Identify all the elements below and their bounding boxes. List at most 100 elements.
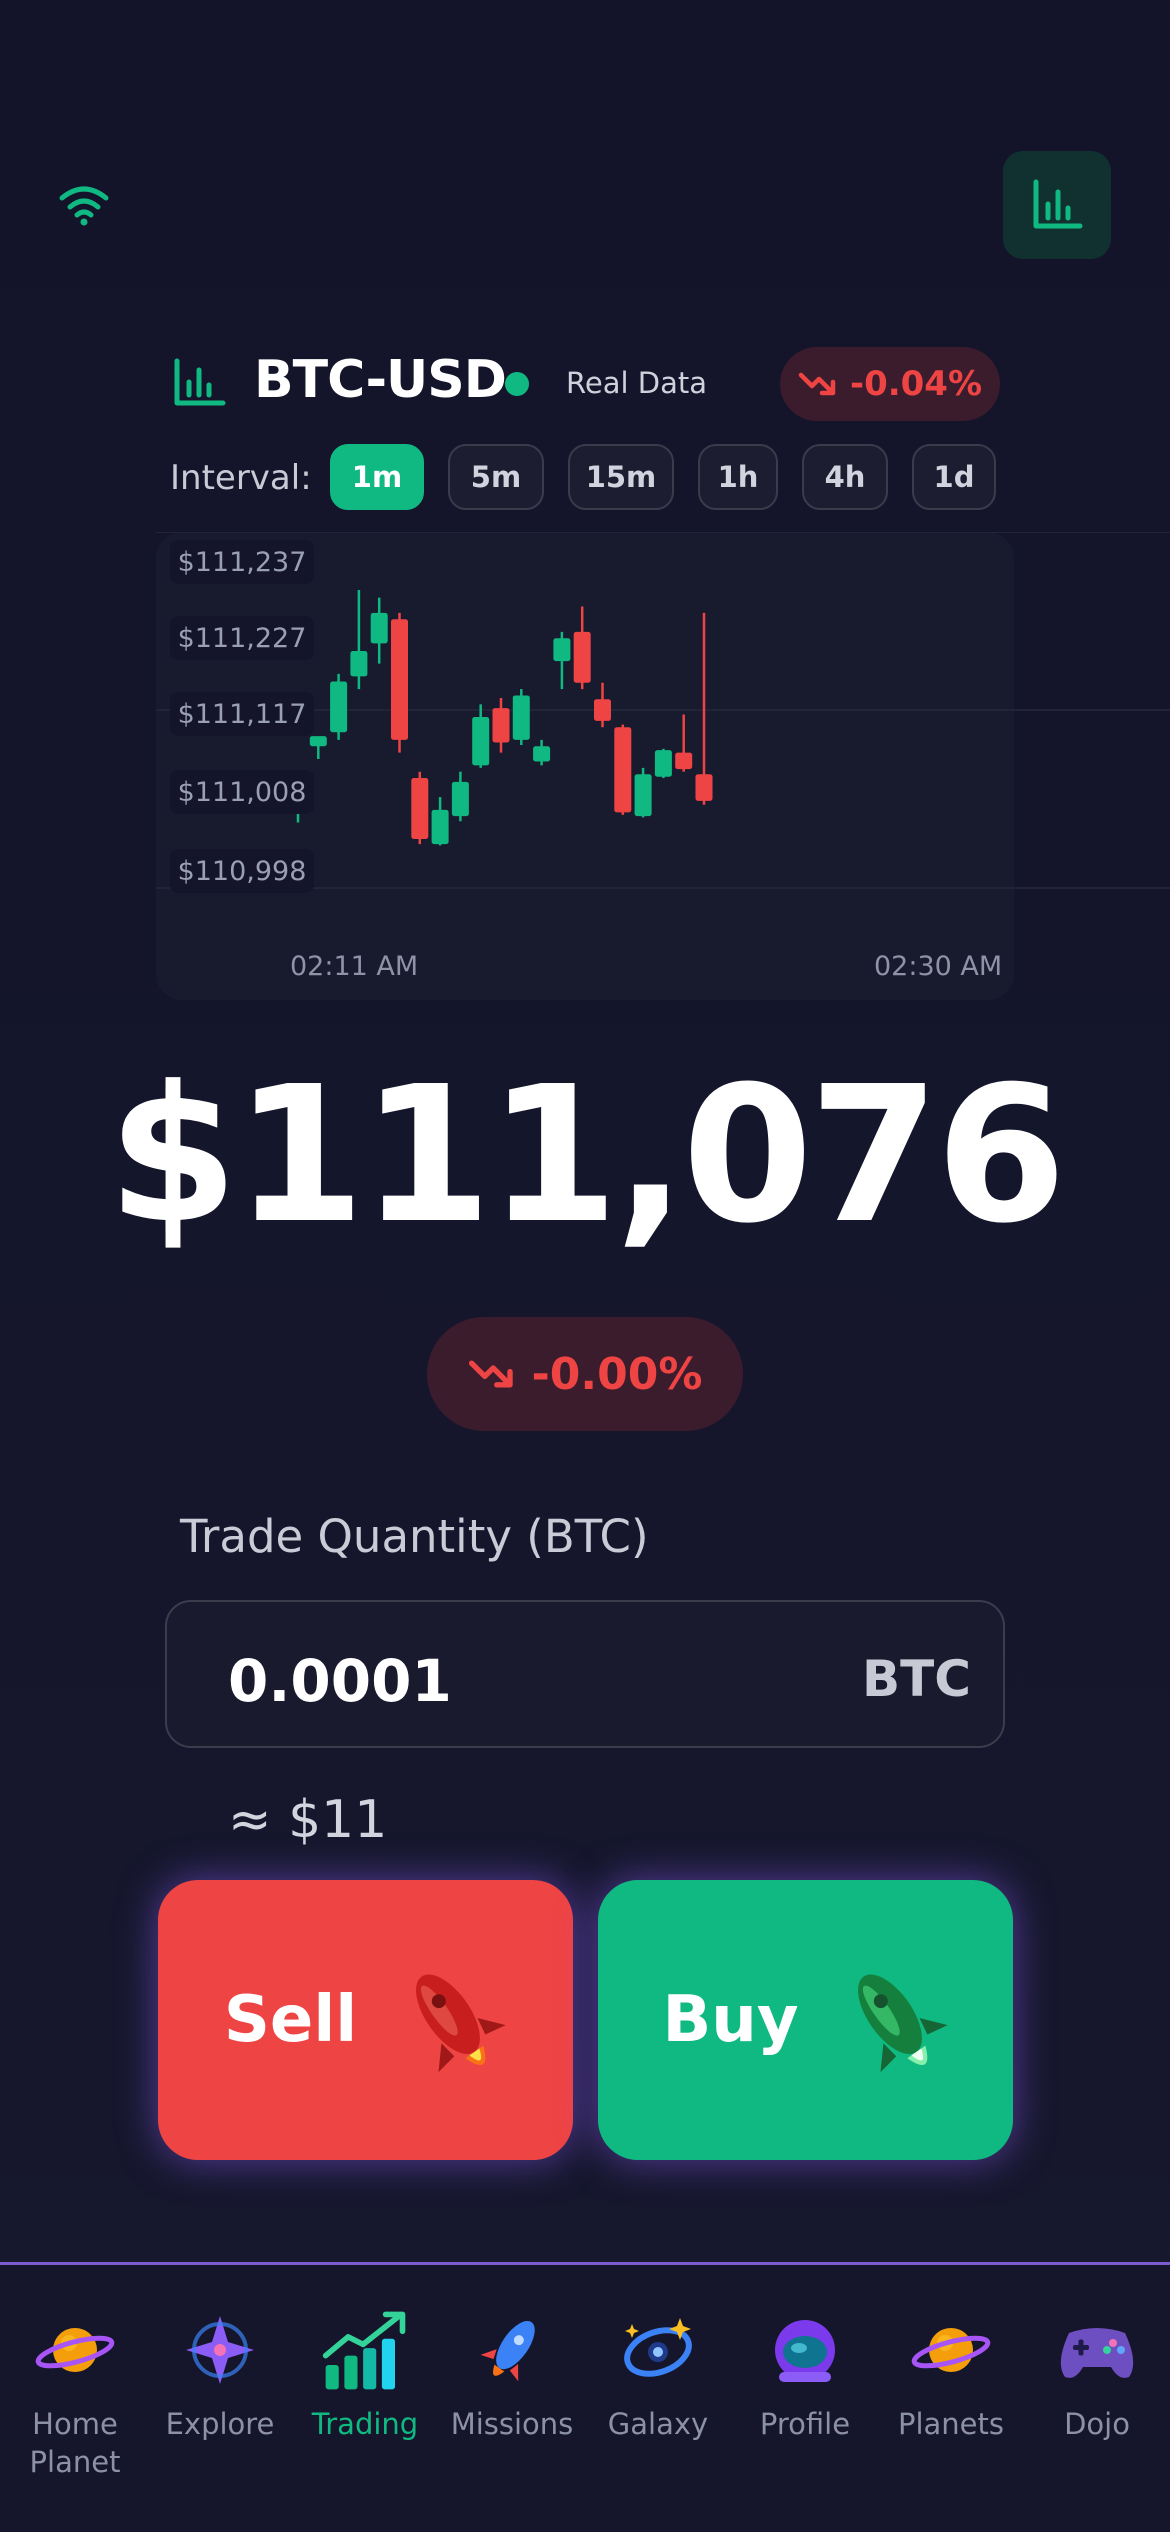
candle-up (451, 771, 469, 822)
gamepad-icon (1052, 2305, 1142, 2395)
nav-item-trading[interactable]: Trading (290, 2305, 440, 2443)
trending-down-icon (798, 372, 836, 396)
candle-up (553, 631, 571, 690)
trading-screen: BTC-USD Real Data -0.04% Interval: 1m 5m… (0, 0, 1170, 2532)
live-status-dot (505, 372, 529, 396)
candle-body (594, 699, 611, 721)
bar-chart-icon (174, 358, 226, 406)
y-axis-tick: $111,008 (170, 770, 314, 814)
bar-chart-icon (1033, 179, 1083, 229)
star-compass-icon (175, 2305, 265, 2395)
x-axis-tick: 02:11 AM (290, 951, 419, 982)
nav-label: Profile (759, 2407, 851, 2441)
candle-down (573, 606, 591, 690)
rocket-icon (416, 1974, 506, 2073)
y-axis-tick: $110,998 (170, 849, 314, 893)
candle-down (411, 771, 429, 845)
astronaut-icon (760, 2305, 850, 2395)
candle-body (492, 708, 510, 743)
data-source-label: Real Data (566, 366, 707, 400)
approx-value: ≈ $11 (228, 1790, 388, 1850)
candle-body (695, 774, 713, 801)
candle-down (492, 697, 510, 753)
candle-up (370, 597, 388, 664)
chart-toggle-button[interactable] (1003, 151, 1111, 259)
chart-up-icon (320, 2305, 410, 2395)
candle-down (675, 714, 693, 772)
nav-item-home-planet[interactable]: Home Planet (0, 2305, 150, 2481)
candle-down (695, 612, 713, 805)
price-change-badge: -0.00% (427, 1317, 743, 1431)
candle-body (451, 781, 469, 817)
quantity-value[interactable]: 0.0001 (228, 1647, 452, 1715)
trade-quantity-label: Trade Quantity (BTC) (180, 1510, 649, 1563)
pair-change-value: -0.04% (849, 364, 983, 404)
pair-title: BTC-USD (254, 350, 507, 410)
candle-body (472, 717, 490, 766)
candle-up (431, 797, 449, 846)
nav-label: Galaxy (607, 2407, 709, 2441)
candle-down (391, 612, 408, 753)
buy-button[interactable]: Buy (598, 1880, 1013, 2160)
candle-body (350, 650, 368, 677)
sell-button[interactable]: Sell (158, 1880, 573, 2160)
y-axis-tick: $111,117 (170, 692, 314, 736)
interval-15m-button[interactable]: 15m (568, 444, 674, 510)
nav-label: Planets (897, 2407, 1005, 2441)
candle-up (634, 767, 652, 818)
rocket-icon (467, 2305, 557, 2395)
candle-down (614, 724, 632, 815)
candle-body (654, 750, 672, 777)
candle-body (533, 746, 551, 762)
interval-4h-button[interactable]: 4h (802, 444, 888, 510)
y-axis-tick: $111,237 (170, 540, 314, 584)
candle-body (573, 631, 591, 683)
interval-1m-button[interactable]: 1m (330, 444, 424, 510)
candle-up (512, 689, 530, 745)
nav-item-explore[interactable]: Explore (145, 2305, 295, 2443)
candle-body (553, 638, 571, 662)
candle-body (370, 612, 388, 644)
candle-body (614, 727, 632, 813)
nav-item-planets[interactable]: Planets (876, 2305, 1026, 2443)
candle-up (350, 589, 368, 690)
candle-body (675, 752, 693, 770)
candle-body (634, 774, 652, 817)
pair-change-badge: -0.04% (780, 347, 1000, 421)
interval-label: Interval: (170, 458, 312, 498)
interval-1h-button[interactable]: 1h (698, 444, 778, 510)
wifi-icon (59, 186, 109, 226)
candle-up (472, 704, 490, 768)
candle-body (512, 695, 530, 740)
galaxy-icon (613, 2305, 703, 2395)
nav-item-missions[interactable]: Missions (437, 2305, 587, 2443)
candle-body (431, 809, 449, 845)
nav-item-profile[interactable]: Profile (730, 2305, 880, 2443)
candle-body (309, 736, 327, 747)
nav-item-dojo[interactable]: Dojo (1022, 2305, 1170, 2443)
nav-label: Home Planet (29, 2407, 121, 2479)
sell-label: Sell (223, 1983, 358, 2057)
nav-label: Missions (450, 2407, 574, 2441)
price-change-value: -0.00% (531, 1348, 703, 1400)
candle-down (594, 682, 611, 728)
rocket-icon (857, 1974, 948, 2073)
nav-label: Trading (311, 2407, 419, 2441)
candle-up (309, 736, 327, 759)
interval-1d-button[interactable]: 1d (912, 444, 996, 510)
nav-label: Dojo (1064, 2407, 1130, 2441)
candle-body (411, 778, 429, 840)
nav-item-galaxy[interactable]: Galaxy (583, 2305, 733, 2443)
candle-up (654, 748, 672, 779)
interval-5m-button[interactable]: 5m (448, 444, 544, 510)
y-axis-tick: $111,227 (170, 616, 314, 660)
current-price: $111,076 (107, 1046, 1066, 1265)
x-axis-tick: 02:30 AM (874, 951, 1003, 982)
nav-label: Explore (165, 2407, 275, 2441)
buy-label: Buy (662, 1983, 799, 2057)
candle-body (330, 681, 348, 733)
candle-up (533, 739, 551, 766)
quantity-unit: BTC (862, 1650, 971, 1708)
interval-selector: 1m 5m 15m 1h 4h 1d (330, 444, 996, 510)
candle-body (391, 619, 408, 740)
